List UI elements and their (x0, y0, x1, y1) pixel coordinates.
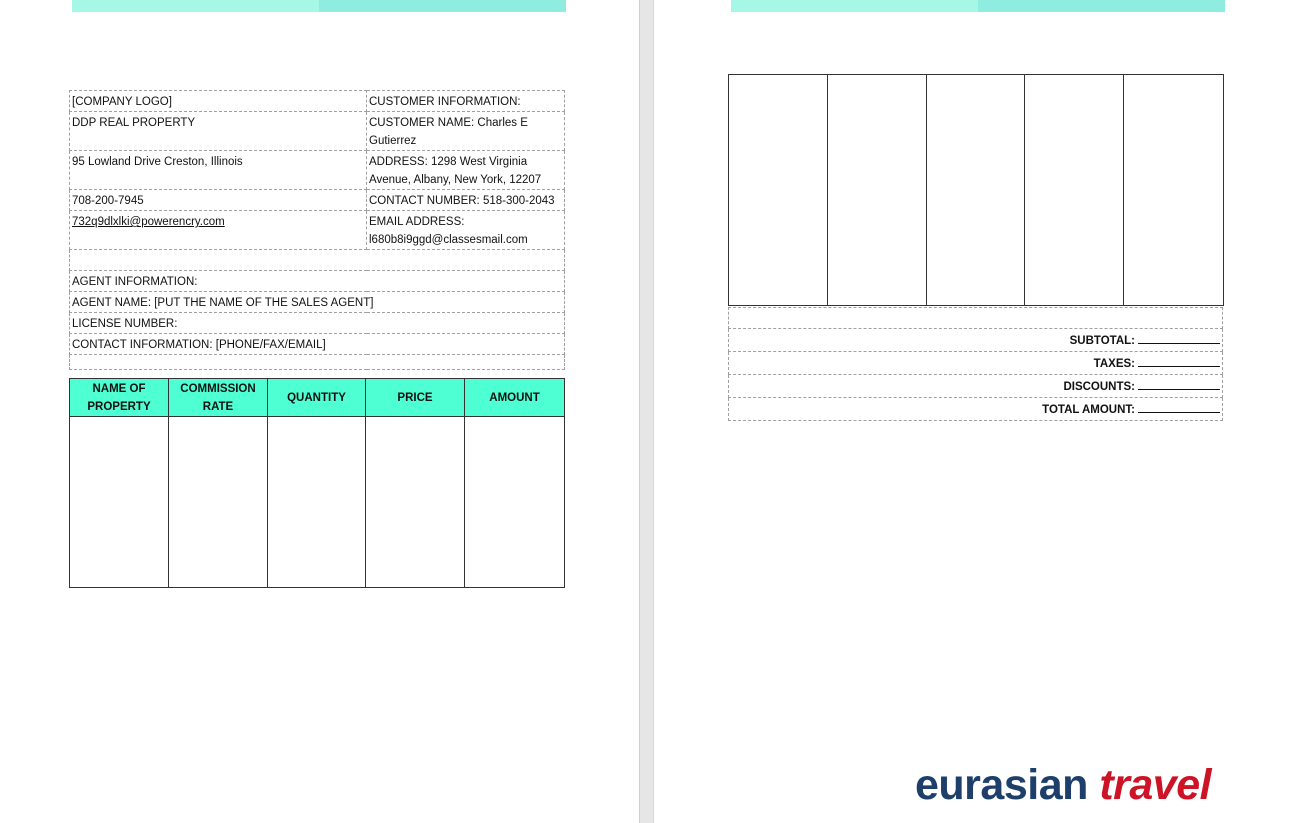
table-row-spacer (69, 249, 565, 271)
table-row: AGENT INFORMATION: (69, 270, 565, 292)
item-cell[interactable] (267, 416, 366, 588)
agent-contact-info[interactable]: CONTACT INFORMATION: [PHONE/FAX/EMAIL] (69, 333, 565, 355)
column-header-commission[interactable]: COMMISSION RATE (168, 378, 268, 417)
column-header-price[interactable]: PRICE (365, 378, 465, 417)
items-table: NAME OF PROPERTY COMMISSION RATE QUANTIT… (69, 378, 565, 588)
table-row: 708-200-7945 CONTACT NUMBER: 518-300-204… (69, 189, 565, 211)
discounts-cell[interactable]: DISCOUNTS: (728, 374, 1223, 398)
items-table-continued (728, 74, 1224, 306)
company-logo-placeholder[interactable]: [COMPANY LOGO] (69, 90, 367, 112)
customer-address[interactable]: ADDRESS: 1298 West Virginia Avenue, Alba… (366, 150, 565, 190)
taxes-cell[interactable]: TAXES: (728, 351, 1223, 375)
page-gutter (639, 0, 654, 823)
item-cell[interactable] (1024, 74, 1124, 306)
items-header-row: NAME OF PROPERTY COMMISSION RATE QUANTIT… (69, 378, 565, 417)
table-row: [COMPANY LOGO] CUSTOMER INFORMATION: (69, 90, 565, 112)
column-header-amount[interactable]: AMOUNT (464, 378, 565, 417)
customer-email[interactable]: EMAIL ADDRESS: l680b8i9ggd@classesmail.c… (366, 210, 565, 250)
discounts-label: DISCOUNTS: (1063, 381, 1135, 393)
table-row: AGENT NAME: [PUT THE NAME OF THE SALES A… (69, 291, 565, 313)
table-row: CONTACT INFORMATION: [PHONE/FAX/EMAIL] (69, 333, 565, 355)
header-color-bar (72, 0, 566, 12)
header-bar-segment-light (72, 0, 319, 12)
table-row: DISCOUNTS: (728, 374, 1223, 398)
header-bar-segment-light (731, 0, 978, 12)
header-bar-segment-dark (978, 0, 1225, 12)
company-phone[interactable]: 708-200-7945 (69, 189, 367, 211)
customer-info-heading[interactable]: CUSTOMER INFORMATION: (366, 90, 565, 112)
table-row: LICENSE NUMBER: (69, 312, 565, 334)
total-amount-cell[interactable]: TOTAL AMOUNT: (728, 397, 1223, 421)
item-cell[interactable] (827, 74, 927, 306)
subtotal-cell[interactable]: SUBTOTAL: (728, 328, 1223, 352)
empty-cell[interactable] (728, 307, 1223, 329)
agent-name[interactable]: AGENT NAME: [PUT THE NAME OF THE SALES A… (69, 291, 565, 313)
items-body-row (69, 416, 565, 588)
item-cell[interactable] (365, 416, 465, 588)
customer-name[interactable]: CUSTOMER NAME: Charles E Gutierrez (366, 111, 565, 151)
subtotal-blank (1138, 331, 1220, 344)
table-row: 95 Lowland Drive Creston, Illinois ADDRE… (69, 150, 565, 190)
items-body-row (728, 74, 1224, 306)
taxes-label: TAXES: (1093, 358, 1135, 370)
brand-word-eurasian: eurasian (915, 761, 1088, 809)
table-row: TOTAL AMOUNT: (728, 397, 1223, 421)
empty-cell[interactable] (69, 249, 565, 271)
table-row-spacer (728, 307, 1223, 329)
column-header-quantity[interactable]: QUANTITY (267, 378, 366, 417)
invoice-info-table: [COMPANY LOGO] CUSTOMER INFORMATION: DDP… (69, 90, 565, 370)
item-cell[interactable] (168, 416, 268, 588)
company-address[interactable]: 95 Lowland Drive Creston, Illinois (69, 150, 367, 190)
total-amount-blank (1138, 400, 1220, 413)
company-email-link[interactable]: 732q9dlxlki@powerencry.com (72, 216, 225, 228)
table-row: 732q9dlxlki@powerencry.com EMAIL ADDRESS… (69, 210, 565, 250)
empty-cell[interactable] (69, 354, 565, 370)
company-name[interactable]: DDP REAL PROPERTY (69, 111, 367, 151)
column-header-property[interactable]: NAME OF PROPERTY (69, 378, 169, 417)
item-cell[interactable] (464, 416, 565, 588)
discounts-blank (1138, 377, 1220, 390)
header-bar-segment-dark (319, 0, 566, 12)
customer-contact-number[interactable]: CONTACT NUMBER: 518-300-2043 (366, 189, 565, 211)
brand-logo: eurasian travel (915, 761, 1212, 810)
item-cell[interactable] (1123, 74, 1224, 306)
agent-info-heading[interactable]: AGENT INFORMATION: (69, 270, 565, 292)
total-amount-label: TOTAL AMOUNT: (1042, 404, 1135, 416)
brand-word-travel: travel (1099, 761, 1212, 809)
item-cell[interactable] (69, 416, 169, 588)
item-cell[interactable] (926, 74, 1025, 306)
table-row: DDP REAL PROPERTY CUSTOMER NAME: Charles… (69, 111, 565, 151)
company-email-cell[interactable]: 732q9dlxlki@powerencry.com (69, 210, 367, 250)
table-row: TAXES: (728, 351, 1223, 375)
header-color-bar-page-2 (731, 0, 1225, 12)
agent-license-number[interactable]: LICENSE NUMBER: (69, 312, 565, 334)
table-row: SUBTOTAL: (728, 328, 1223, 352)
table-row-spacer (69, 354, 565, 370)
totals-table: SUBTOTAL: TAXES: DISCOUNTS: TOTAL AMOUNT… (728, 307, 1223, 421)
item-cell[interactable] (728, 74, 828, 306)
taxes-blank (1138, 354, 1220, 367)
subtotal-label: SUBTOTAL: (1069, 335, 1135, 347)
